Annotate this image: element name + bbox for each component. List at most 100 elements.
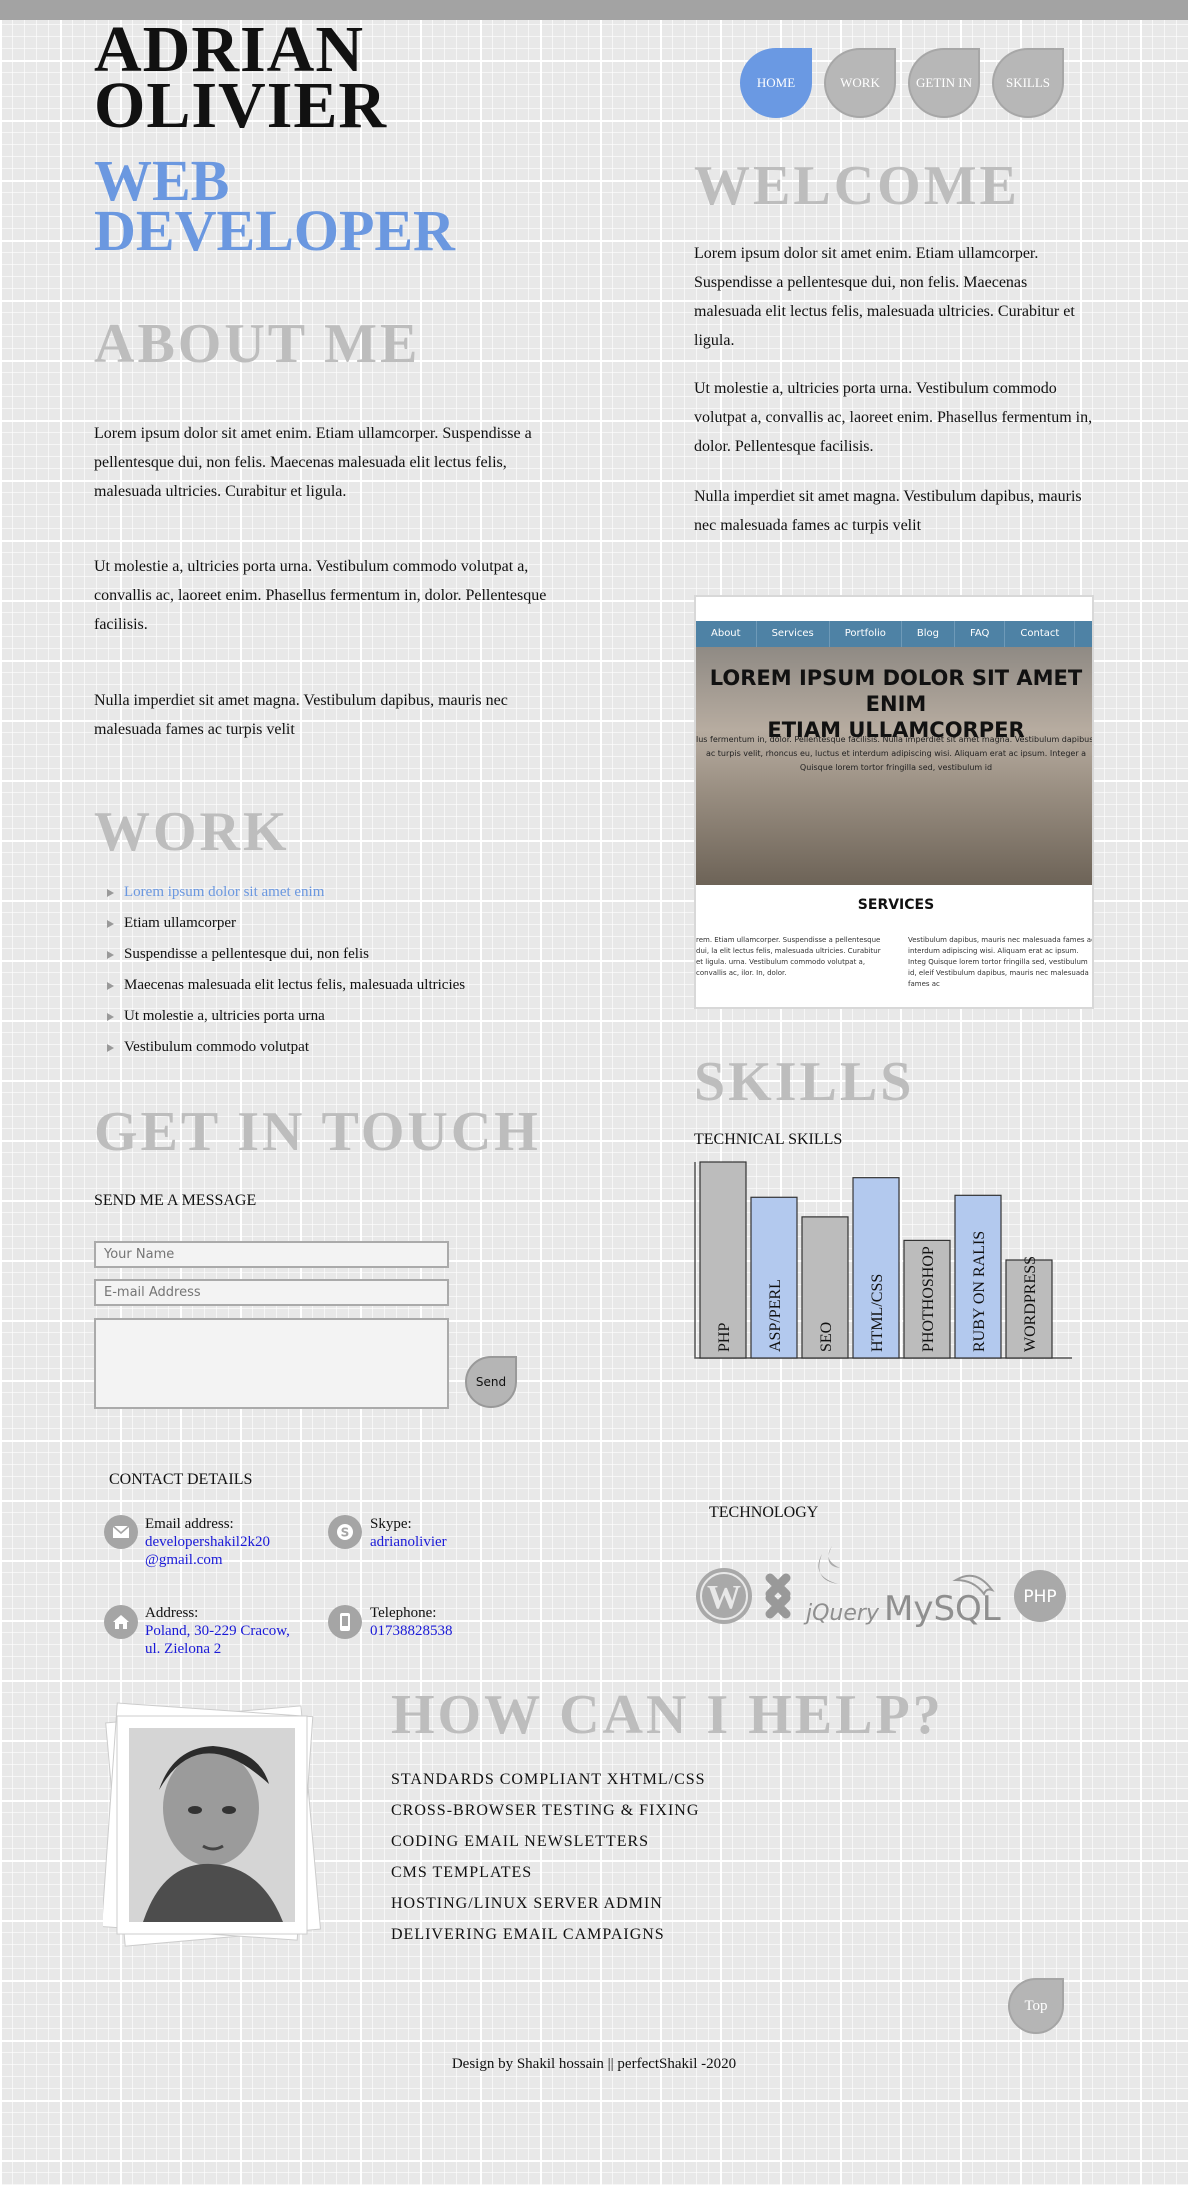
preview-services-heading: SERVICES <box>857 897 935 913</box>
preview-hero-text-line: Quisque lorem tortor fringilla sed, vest… <box>799 763 993 772</box>
preview-nav: About Services Portfolio Blog FAQ Contac… <box>696 621 1092 647</box>
preview-columns: rem. Etiam ullamcorper. Suspendisse a pe… <box>696 935 1094 990</box>
about-paragraph-3: Nulla imperdiet sit amet magna. Vestibul… <box>94 692 508 738</box>
name-input[interactable] <box>94 1241 449 1268</box>
nav-work[interactable]: WORK <box>824 48 896 118</box>
jquery-wordmark: jQuery <box>803 1601 880 1626</box>
telephone-block: Telephone: 01738828538 <box>370 1605 530 1640</box>
skill-bar-label: SEO <box>818 1322 835 1352</box>
nav-getin-in[interactable]: GETIN IN <box>908 48 980 118</box>
role-line-2: DEVELOPER <box>94 198 455 263</box>
home-icon <box>104 1605 138 1639</box>
address-block: Address: Poland, 30-229 Cracow, ul. Ziel… <box>145 1605 335 1658</box>
telephone-value[interactable]: 01738828538 <box>370 1622 530 1640</box>
about-title: ABOUT ME <box>94 313 421 375</box>
preview-hero-text-line: lus fermentum in, dolor. Pellentesque fa… <box>696 735 1094 744</box>
preview-nav-item: Portfolio <box>830 621 902 647</box>
work-title: WORK <box>94 801 290 863</box>
send-button[interactable]: Send <box>465 1356 517 1408</box>
joomla-icon <box>765 1573 791 1619</box>
skype-label: Skype: <box>370 1516 412 1532</box>
envelope-icon <box>104 1515 138 1549</box>
help-item: HOSTING/LINUX SERVER ADMIN <box>391 1895 663 1912</box>
nav-home[interactable]: HOME <box>740 48 812 118</box>
preview-hero-title: LOREM IPSUM DOLOR SIT AMET ENIM ETIAM UL… <box>696 665 1092 743</box>
address-line-2: ul. Zielona 2 <box>145 1641 222 1657</box>
svg-text:W: W <box>707 1579 741 1616</box>
skills-chart-svg: PHP ASP/PERL SEO HTML/CSS PHOTHOSHOP RUBY ON … <box>694 1161 1072 1359</box>
work-item-1[interactable]: Lorem ipsum dolor sit amet enim <box>94 877 594 908</box>
work-list: Lorem ipsum dolor sit amet enim Etiam ul… <box>94 877 594 1063</box>
email-value-line-2[interactable]: @gmail.com <box>145 1551 315 1569</box>
site-owner-name: ADRIAN OLIVIER <box>94 17 387 139</box>
work-item-4: Maecenas malesuada elit lectus felis, ma… <box>94 970 594 1001</box>
skill-bar-label: WORDPRESS <box>1022 1256 1039 1352</box>
footer-credit: Design by Shakil hossain || perfectShaki… <box>451 2056 737 2072</box>
preview-hero-text: lus fermentum in, dolor. Pellentesque fa… <box>696 733 1094 775</box>
work-item-3: Suspendisse a pellentesque dui, non feli… <box>94 939 594 970</box>
telephone-label: Telephone: <box>370 1605 437 1621</box>
wordpress-icon: W <box>696 1568 752 1624</box>
work-item-2: Etiam ullamcorper <box>94 908 594 939</box>
preview-column: rem. Etiam ullamcorper. Suspendisse a pe… <box>696 936 881 977</box>
about-paragraph-2: Ut molestie a, ultricies porta urna. Ves… <box>94 558 547 633</box>
welcome-paragraph-1: Lorem ipsum dolor sit amet enim. Etiam u… <box>694 245 1075 349</box>
php-wordmark: PHP <box>1023 1587 1056 1607</box>
nav-skills[interactable]: SKILLS <box>992 48 1064 118</box>
skill-bar-label: PHP <box>716 1323 733 1352</box>
skype-block: Skype: adrianolivier <box>370 1516 530 1551</box>
php-icon: PHP <box>1014 1570 1066 1622</box>
help-item: CROSS-BROWSER TESTING & FIXING <box>391 1802 700 1819</box>
help-item: DELIVERING EMAIL CAMPAIGNS <box>391 1926 665 1943</box>
job-title: WEB DEVELOPER <box>94 152 455 263</box>
skill-bar-label: HTML/CSS <box>869 1274 886 1352</box>
preview-nav-item: FAQ <box>955 621 1006 647</box>
email-block: Email address: developershakil2k20 @gmai… <box>145 1516 315 1569</box>
skill-bar-label: RUBY ON RALIS <box>971 1231 988 1352</box>
email-input[interactable] <box>94 1279 449 1306</box>
about-paragraph-1: Lorem ipsum dolor sit amet enim. Etiam u… <box>94 425 532 500</box>
preview-hero: LOREM IPSUM DOLOR SIT AMET ENIM ETIAM UL… <box>696 647 1094 885</box>
send-message-label: SEND ME A MESSAGE <box>94 1192 257 1209</box>
help-list: STANDARDS COMPLIANT XHTML/CSS CROSS-BROW… <box>391 1764 706 1950</box>
technology-title: TECHNOLOGY <box>709 1504 819 1521</box>
skills-chart: PHP ASP/PERL SEO HTML/CSS PHOTHOSHOP RUBY ON … <box>694 1160 1074 1360</box>
work-item-6: Vestibulum commodo volutpat <box>94 1032 594 1063</box>
address-label: Address: <box>145 1605 199 1621</box>
welcome-title: WELCOME <box>694 155 1020 217</box>
work-item-5: Ut molestie a, ultricies porta urna <box>94 1001 594 1032</box>
skills-title: SKILLS <box>694 1051 915 1113</box>
preview-nav-item: Services <box>757 621 830 647</box>
jquery-icon: jQuery <box>803 1546 880 1626</box>
svg-text:S: S <box>341 1526 350 1540</box>
phone-icon <box>328 1605 362 1639</box>
help-item: CODING EMAIL NEWSLETTERS <box>391 1833 650 1850</box>
mysql-wordmark: MySQL <box>884 1589 1001 1629</box>
help-item: CMS TEMPLATES <box>391 1864 533 1881</box>
preview-nav-item: About <box>696 621 757 647</box>
skill-bar-label: ASP/PERL <box>767 1279 784 1352</box>
address-line-1: Poland, 30-229 Cracow, <box>145 1623 290 1639</box>
preview-column: Vestibulum dapibus, mauris nec malesuada… <box>908 936 1094 988</box>
preview-nav-item: Blog <box>902 621 955 647</box>
preview-nav-item: Contact <box>1005 621 1076 647</box>
back-to-top-button[interactable]: Top <box>1008 1978 1064 2034</box>
skill-bar-label: PHOTHOSHOP <box>920 1246 937 1352</box>
mysql-icon: MySQL <box>884 1574 1001 1629</box>
contact-title: CONTACT DETAILS <box>109 1471 253 1488</box>
main-nav: HOME WORK GETIN IN SKILLS <box>740 48 1064 118</box>
email-label: Email address: <box>145 1516 234 1532</box>
profile-photo <box>101 1700 323 1950</box>
message-textarea[interactable] <box>94 1318 449 1409</box>
welcome-paragraph-2: Ut molestie a, ultricies porta urna. Ves… <box>694 380 1093 455</box>
technology-logos: W jQuery MySQL PHP <box>694 1540 1074 1630</box>
preview-hero-text-line: ac turpis velit, rhoncus eu, luctus et i… <box>705 749 1087 758</box>
portfolio-preview[interactable]: About Services Portfolio Blog FAQ Contac… <box>694 595 1094 1009</box>
preview-hero-title-line: LOREM IPSUM DOLOR SIT AMET ENIM <box>709 666 1083 716</box>
skype-value[interactable]: adrianolivier <box>370 1533 530 1551</box>
welcome-paragraph-3: Nulla imperdiet sit amet magna. Vestibul… <box>694 488 1082 534</box>
help-title: HOW CAN I HELP? <box>391 1684 944 1746</box>
skype-icon: S <box>328 1515 362 1549</box>
technical-skills-label: TECHNICAL SKILLS <box>694 1131 843 1148</box>
email-value-line-1[interactable]: developershakil2k20 <box>145 1533 315 1551</box>
